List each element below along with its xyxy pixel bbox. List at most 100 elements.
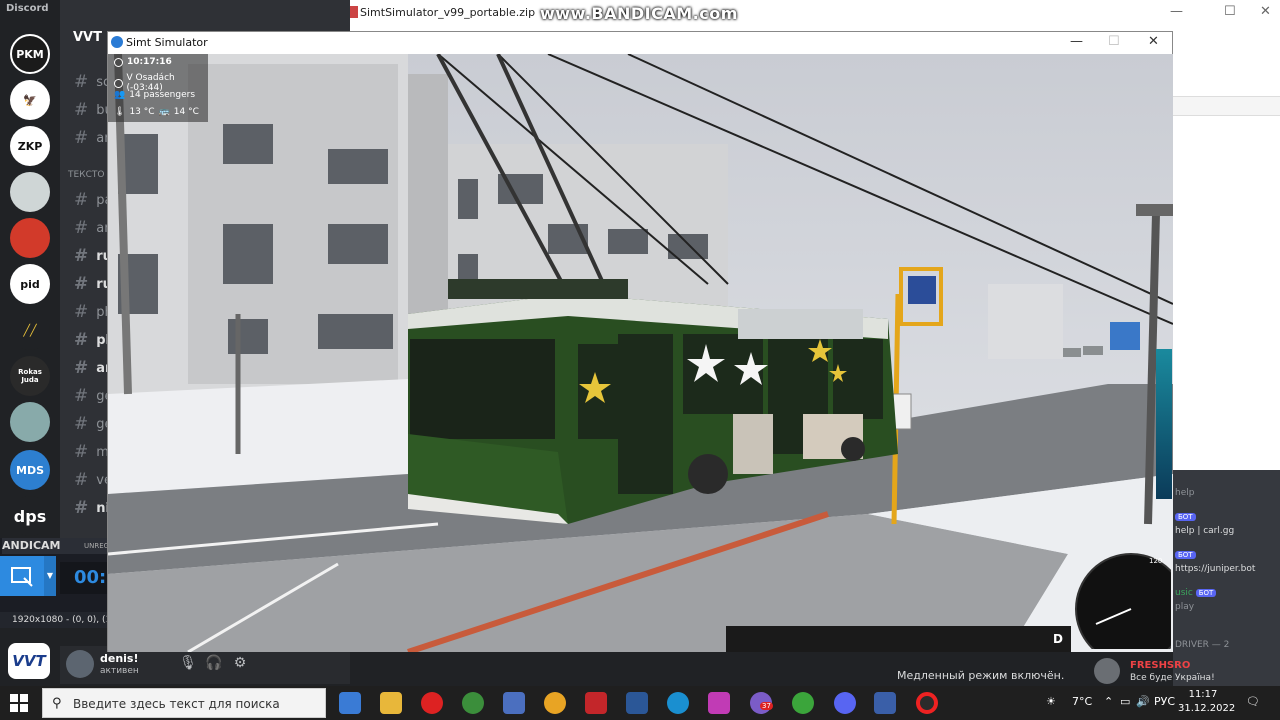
server-icon[interactable]: Rokas Juda [10,356,50,396]
thermometer-icon: 🌡 [114,107,126,117]
simt-icon[interactable] [874,692,896,714]
minimize-icon[interactable]: — [1170,4,1183,19]
speedometer: 120 [1075,553,1171,649]
opera-icon[interactable] [421,692,443,714]
avatar[interactable] [66,650,94,678]
background-window-title: SimtSimulator_v99_portable.zip [360,6,536,19]
search-icon: ⚲ [52,696,62,711]
hash-icon: # [74,274,89,294]
hash-icon: # [74,386,89,406]
chat-link[interactable]: https://juniper.bot [1175,564,1255,574]
taskbar-search[interactable]: ⚲ Введите здесь текст для поиска [42,688,326,718]
language-indicator[interactable]: РУС [1154,695,1175,708]
close-icon[interactable]: ✕ [1148,34,1159,49]
volume-icon[interactable]: 🔊 [1136,695,1150,708]
explorer-pane [1172,96,1280,116]
power-meter [1156,349,1172,499]
server-icon[interactable]: MDS [10,450,50,490]
server-icon[interactable]: pid [10,264,50,304]
viber-icon[interactable]: 37 [750,692,773,714]
bandicam-icon[interactable] [916,692,938,714]
server-icon[interactable]: ╱╱ [10,310,50,350]
hash-icon: # [74,72,89,92]
maximize-icon[interactable]: ☐ [1108,34,1120,49]
simulator-titlebar[interactable]: Simt Simulator — ☐ ✕ [108,32,1172,54]
close-icon[interactable]: ✕ [1260,4,1271,19]
server-icon[interactable] [10,172,50,212]
headphones-icon[interactable]: 🎧 [204,655,224,675]
bot-badge: БОТ [1175,551,1196,559]
word-icon[interactable] [626,692,648,714]
bot-badge: БОТ [1195,589,1217,597]
game-viewport[interactable]: 10:17:16 V Osadách (-03:44) 👥 14 passenge… [108,54,1173,652]
taskbar: ⚲ Введите здесь текст для поиска 37 ☀ 7°… [0,686,1280,720]
server-icon[interactable] [10,402,50,442]
windows-start-icon[interactable] [10,694,28,712]
member-name[interactable]: FRESHSRO [1130,660,1190,671]
server-icon[interactable]: ZKP [10,126,50,166]
hud-time-row: 10:17:16 [114,57,172,67]
app-icon[interactable] [503,692,525,714]
server-icon[interactable]: dps [10,496,50,536]
hud-temperature-row: 🌡 13 °C 🚌 14 °C [114,107,199,117]
notifications-icon[interactable]: 🗨 [1246,695,1260,708]
chat-text: help [1175,488,1195,498]
passengers-icon: 👥 [114,90,126,100]
notification-badge: 37 [760,702,773,710]
maximize-icon[interactable]: ☐ [1224,4,1236,19]
hud-panel: 10:17:16 V Osadách (-03:44) 👥 14 passenge… [108,54,208,122]
hash-icon: # [74,442,89,462]
channel-category[interactable]: ТЕКСТО [68,170,104,180]
chat-panel: help БОТ help | carl.gg БОТ https://juni… [1173,470,1280,686]
minimize-icon[interactable]: — [1070,34,1083,49]
chat-bot-line: БОТ [1175,550,1196,560]
winrar-icon[interactable] [708,692,730,714]
screen-record-button[interactable] [0,556,44,596]
channel-item[interactable]: # ni [74,498,110,518]
hash-icon: # [74,414,89,434]
edge-icon[interactable] [667,692,689,714]
slow-mode-notice: Медленный режим включён. [897,669,1065,682]
bandicam-timer: 00: [60,562,110,594]
channel-item[interactable]: # sc [74,72,110,92]
hash-icon: # [74,330,89,350]
bandicam-widget: ANDICAM UNREGIS ▼ 00: 1920x1080 - (0, 0)… [0,538,116,628]
pdf-icon[interactable] [585,692,607,714]
vvt-logo[interactable]: VVT [8,643,50,679]
server-icon[interactable] [10,218,50,258]
microphone-icon[interactable]: 🎙 [178,655,198,675]
discord-icon[interactable] [834,692,856,714]
tray-chevron-icon[interactable]: ⌃ [1104,695,1113,708]
network-icon[interactable]: ▭ [1120,695,1130,708]
chevron-down-icon[interactable]: ▼ [44,556,56,596]
hud-temp-inside: 14 °C [173,107,199,117]
clock-date: 31.12.2022 [1178,703,1236,714]
status-bar [726,626,1071,652]
user-name: denis! [100,652,139,665]
simulator-title: Simt Simulator [126,36,208,49]
hash-icon: # [74,246,89,266]
speedometer-max: 120 [1149,557,1162,565]
chrome-icon[interactable] [462,692,484,714]
chat-bot-line: БОТ [1175,512,1196,522]
channel-item[interactable]: # m [74,442,109,462]
hud-temp-outside: 13 °C [129,107,155,117]
utorrent-icon[interactable] [792,692,814,714]
record-area-icon [11,567,33,587]
gear-icon[interactable]: ⚙ [230,655,250,675]
app-icon[interactable] [544,692,566,714]
weather-icon[interactable]: ☀ [1046,695,1056,708]
mail-icon[interactable] [339,692,361,714]
folder-icon[interactable] [380,692,402,714]
search-placeholder: Введите здесь текст для поиска [73,697,280,711]
server-icon[interactable]: PKM [10,34,50,74]
avatar[interactable] [1094,658,1120,684]
user-status: активен [100,666,139,676]
discord-app-label: Discord [6,3,49,14]
weather-temp[interactable]: 7°C [1072,695,1092,708]
server-icon[interactable]: 🦅 [10,80,50,120]
hud-time: 10:17:16 [127,57,172,67]
gear-indicator: D [1053,632,1063,646]
taskbar-clock[interactable]: 11:17 31.12.2022 [1178,688,1236,716]
clock-time: 11:17 [1188,689,1218,700]
